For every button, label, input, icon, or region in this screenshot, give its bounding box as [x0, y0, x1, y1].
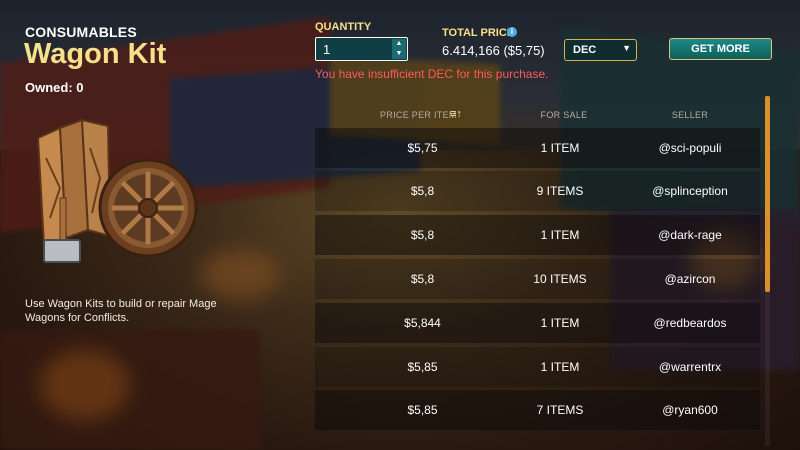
- row-price: $5,8: [410, 272, 435, 286]
- table-row[interactable]: $5,8 9 ITEMS @splinception: [315, 171, 760, 211]
- item-description: Use Wagon Kits to build or repair Mage W…: [25, 298, 217, 324]
- quantity-spinner[interactable]: ▲ ▼: [392, 39, 406, 59]
- row-seller: @dark-rage: [658, 228, 722, 242]
- row-seller: @sci-populi: [658, 141, 722, 155]
- owned-count: Owned: 0: [25, 80, 84, 95]
- row-for-sale: 1 ITEM: [540, 360, 580, 374]
- sort-ascending-icon[interactable]: ≡↑: [450, 108, 462, 120]
- row-seller: @redbeardos: [653, 316, 727, 330]
- row-seller: @splinception: [652, 184, 728, 198]
- row-seller: @ryan600: [662, 403, 718, 417]
- row-seller: @azircon: [664, 272, 716, 286]
- wagon-kit-image: [36, 118, 198, 263]
- currency-select[interactable]: DEC ▼: [564, 39, 637, 61]
- row-for-sale: 1 ITEM: [540, 316, 580, 330]
- quantity-label: QUANTITY: [315, 21, 372, 33]
- row-for-sale: 1 ITEM: [540, 141, 580, 155]
- header-for-sale: FOR SALE: [540, 110, 588, 120]
- row-for-sale: 10 ITEMS: [533, 272, 587, 286]
- quantity-input[interactable]: [316, 38, 392, 60]
- row-price: $5,8: [410, 228, 435, 242]
- table-row[interactable]: $5,85 7 ITEMS @ryan600: [315, 390, 760, 430]
- table-row[interactable]: $5,844 1 ITEM @redbeardos: [315, 303, 760, 343]
- get-more-button[interactable]: GET MORE: [669, 38, 772, 60]
- header-price-per-item[interactable]: PRICE PER ITEM: [380, 110, 457, 120]
- chevron-up-icon[interactable]: ▲: [392, 39, 406, 49]
- table-row[interactable]: $5,8 1 ITEM @dark-rage: [315, 215, 760, 255]
- table-row[interactable]: $5,75 1 ITEM @sci-populi: [315, 128, 760, 168]
- chevron-down-icon[interactable]: ▼: [392, 49, 406, 59]
- scrollbar-thumb[interactable]: [765, 96, 770, 292]
- table-row[interactable]: $5,8 10 ITEMS @azircon: [315, 259, 760, 299]
- row-price: $5,75: [407, 141, 438, 155]
- row-price: $5,8: [410, 184, 435, 198]
- insufficient-funds-error: You have insufficient DEC for this purch…: [315, 67, 549, 81]
- row-price: $5,85: [407, 403, 438, 417]
- row-price: $5,844: [404, 316, 441, 330]
- row-price: $5,85: [407, 360, 438, 374]
- total-price-label: TOTAL PRICE: [442, 27, 515, 39]
- table-row[interactable]: $5,85 1 ITEM @warrentrx: [315, 347, 760, 387]
- row-seller: @warrentrx: [658, 360, 722, 374]
- total-price-value: 6.414,166 ($5,75): [442, 43, 545, 58]
- quantity-stepper[interactable]: ▲ ▼: [315, 37, 408, 61]
- row-for-sale: 9 ITEMS: [536, 184, 584, 198]
- currency-selected-value: DEC: [573, 44, 597, 56]
- row-for-sale: 7 ITEMS: [536, 403, 584, 417]
- header-seller: SELLER: [671, 110, 709, 120]
- row-for-sale: 1 ITEM: [540, 228, 580, 242]
- chevron-down-icon: ▼: [622, 43, 631, 53]
- info-icon[interactable]: i: [507, 27, 517, 37]
- item-title: Wagon Kit: [24, 38, 167, 70]
